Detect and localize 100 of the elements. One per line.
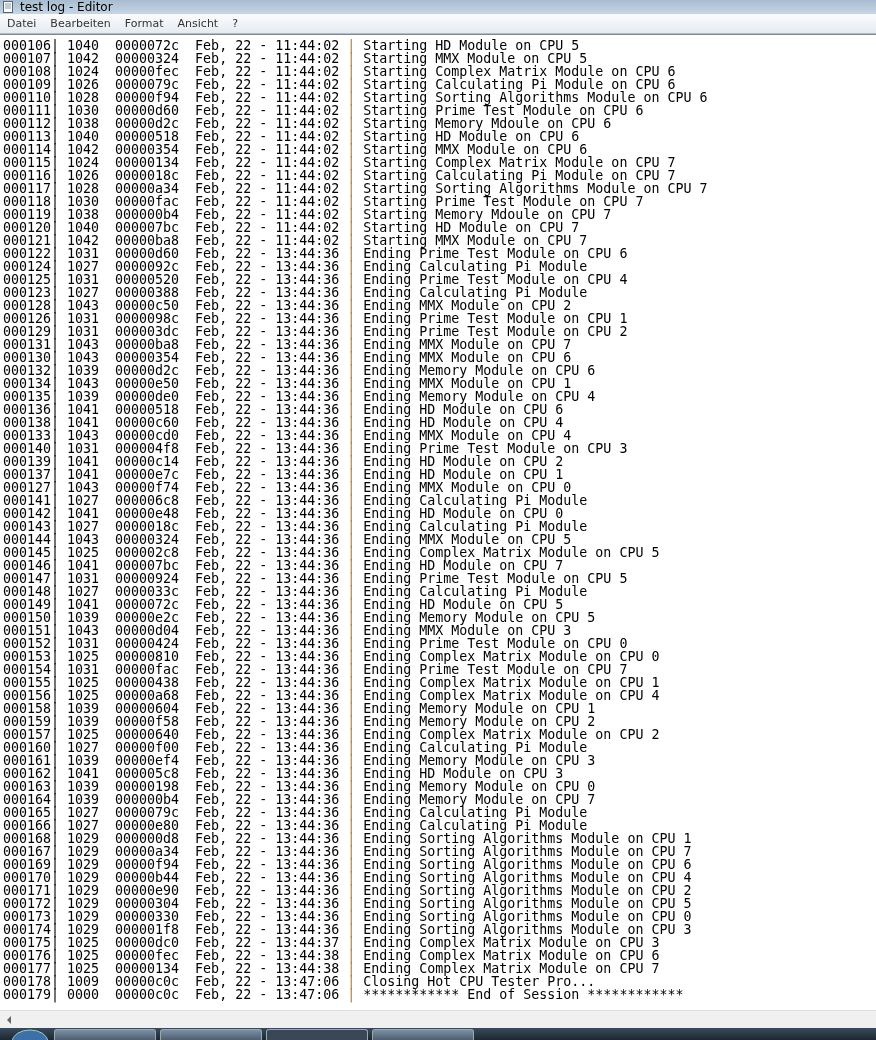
- log-message: Ending HD Module on CPU 7: [363, 559, 565, 572]
- log-message: Ending Complex Matrix Module on CPU 2: [363, 728, 661, 741]
- timestamp: Feb, 22 - 13:44:36: [195, 637, 341, 650]
- taskbar-button[interactable]: [160, 1029, 262, 1040]
- thread-id: 1031: [67, 572, 101, 585]
- thread-id: 1039: [67, 715, 101, 728]
- log-message: Starting Memory Mdoule on CPU 7: [363, 208, 613, 221]
- scroll-left-icon[interactable]: [6, 1015, 12, 1024]
- separator: |: [347, 910, 357, 923]
- separator: |: [347, 923, 357, 936]
- log-message: Starting HD Module on CPU 7: [363, 221, 581, 234]
- separator: |: [347, 351, 357, 364]
- thread-id: 1027: [67, 806, 101, 819]
- menu-item[interactable]: ?: [225, 17, 246, 30]
- separator: |: [347, 520, 357, 533]
- log-message: Ending Memory Module on CPU 3: [363, 754, 597, 767]
- taskbar-button[interactable]: [54, 1029, 156, 1040]
- timestamp: Feb, 22 - 13:44:36: [195, 741, 341, 754]
- thread-id: 1025: [67, 689, 101, 702]
- separator: |: [347, 611, 357, 624]
- log-message: Ending MMX Module on CPU 2: [363, 299, 573, 312]
- separator: |: [347, 650, 357, 663]
- log-message: Ending MMX Module on CPU 0: [363, 481, 572, 494]
- log-message: Starting Calculating Pi Module on CPU 7: [363, 169, 677, 182]
- line-number: 000148|: [3, 585, 61, 598]
- line-number: 000156|: [3, 689, 61, 702]
- log-message: Ending Prime Test Module on CPU 0: [363, 637, 629, 650]
- address: 00000d60: [115, 247, 181, 260]
- separator: |: [347, 195, 357, 208]
- timestamp: Feb, 22 - 13:44:36: [195, 416, 341, 429]
- line-number: 000166|: [3, 819, 61, 832]
- timestamp: Feb, 22 - 13:47:06: [195, 988, 341, 1001]
- thread-id: 1041: [67, 767, 101, 780]
- separator: |: [347, 754, 357, 767]
- line-number: 000132|: [3, 364, 61, 377]
- log-message: Ending Memory Module on CPU 0: [363, 780, 597, 793]
- separator: |: [347, 832, 357, 845]
- address: 00000a34: [115, 845, 181, 858]
- separator: |: [347, 104, 357, 117]
- line-number: 000141|: [3, 494, 61, 507]
- address: 0000098c: [115, 312, 181, 325]
- thread-id: 1042: [67, 234, 101, 247]
- line-number: 000108|: [3, 65, 61, 78]
- separator: |: [347, 715, 357, 728]
- line-number: 000143|: [3, 520, 61, 533]
- thread-id: 1027: [67, 741, 101, 754]
- timestamp: Feb, 22 - 13:44:36: [195, 442, 341, 455]
- menu-item[interactable]: Datei: [0, 17, 44, 30]
- thread-id: 1039: [67, 611, 101, 624]
- thread-id: 1041: [67, 559, 101, 572]
- separator: |: [347, 676, 357, 689]
- separator: |: [347, 52, 357, 65]
- thread-id: 1041: [67, 507, 101, 520]
- timestamp: Feb, 22 - 13:44:36: [195, 455, 341, 468]
- separator: |: [347, 949, 357, 962]
- line-number: 000139|: [3, 455, 61, 468]
- thread-id: 1028: [67, 182, 101, 195]
- log-message: Ending Prime Test Module on CPU 6: [363, 247, 629, 260]
- thread-id: 1029: [67, 832, 101, 845]
- line-number: 000134|: [3, 377, 61, 390]
- menu-item[interactable]: Format: [117, 17, 171, 30]
- thread-id: 1039: [67, 390, 101, 403]
- log-message: Starting HD Module on CPU 6: [363, 130, 581, 143]
- separator: |: [347, 494, 357, 507]
- separator: |: [347, 234, 357, 247]
- taskbar-button[interactable]: [372, 1029, 474, 1040]
- thread-id: 1039: [67, 702, 101, 715]
- line-number: 000119|: [3, 208, 61, 221]
- address: 0000018c: [115, 169, 181, 182]
- log-message: Starting Memory Mdoule on CPU 6: [363, 117, 613, 130]
- timestamp: Feb, 22 - 13:44:36: [195, 494, 341, 507]
- log-message: Ending Calculating Pi Module: [363, 494, 589, 507]
- line-number: 000165|: [3, 806, 61, 819]
- thread-id: 1025: [67, 949, 101, 962]
- line-number: 000136|: [3, 403, 61, 416]
- address: 00000e80: [115, 819, 181, 832]
- separator: |: [347, 364, 357, 377]
- line-number: 000176|: [3, 949, 61, 962]
- menu-item[interactable]: Ansicht: [170, 17, 226, 30]
- line-number: 000114|: [3, 143, 61, 156]
- log-message: Ending Sorting Algorithms Module on CPU 0: [363, 910, 693, 923]
- taskbar-button[interactable]: [266, 1029, 368, 1040]
- separator: |: [347, 728, 357, 741]
- line-number: 000112|: [3, 117, 61, 130]
- timestamp: Feb, 22 - 13:44:36: [195, 312, 341, 325]
- line-number: 000126|: [3, 312, 61, 325]
- line-number: 000154|: [3, 663, 61, 676]
- address: 0000079c: [115, 806, 181, 819]
- timestamp: Feb, 22 - 13:44:36: [195, 403, 341, 416]
- address: 00000424: [115, 637, 181, 650]
- log-message: Ending MMX Module on CPU 7: [363, 338, 573, 351]
- timestamp: Feb, 22 - 13:44:36: [195, 273, 341, 286]
- start-orb-icon[interactable]: [10, 1028, 50, 1040]
- log-message: Ending MMX Module on CPU 6: [363, 351, 573, 364]
- separator: |: [347, 858, 357, 871]
- log-message: Ending Calculating Pi Module: [363, 520, 589, 533]
- thread-id: 1043: [67, 377, 101, 390]
- line-number: 000151|: [3, 624, 61, 637]
- menu-item[interactable]: Bearbeiten: [43, 17, 118, 30]
- address: 00000fac: [115, 195, 181, 208]
